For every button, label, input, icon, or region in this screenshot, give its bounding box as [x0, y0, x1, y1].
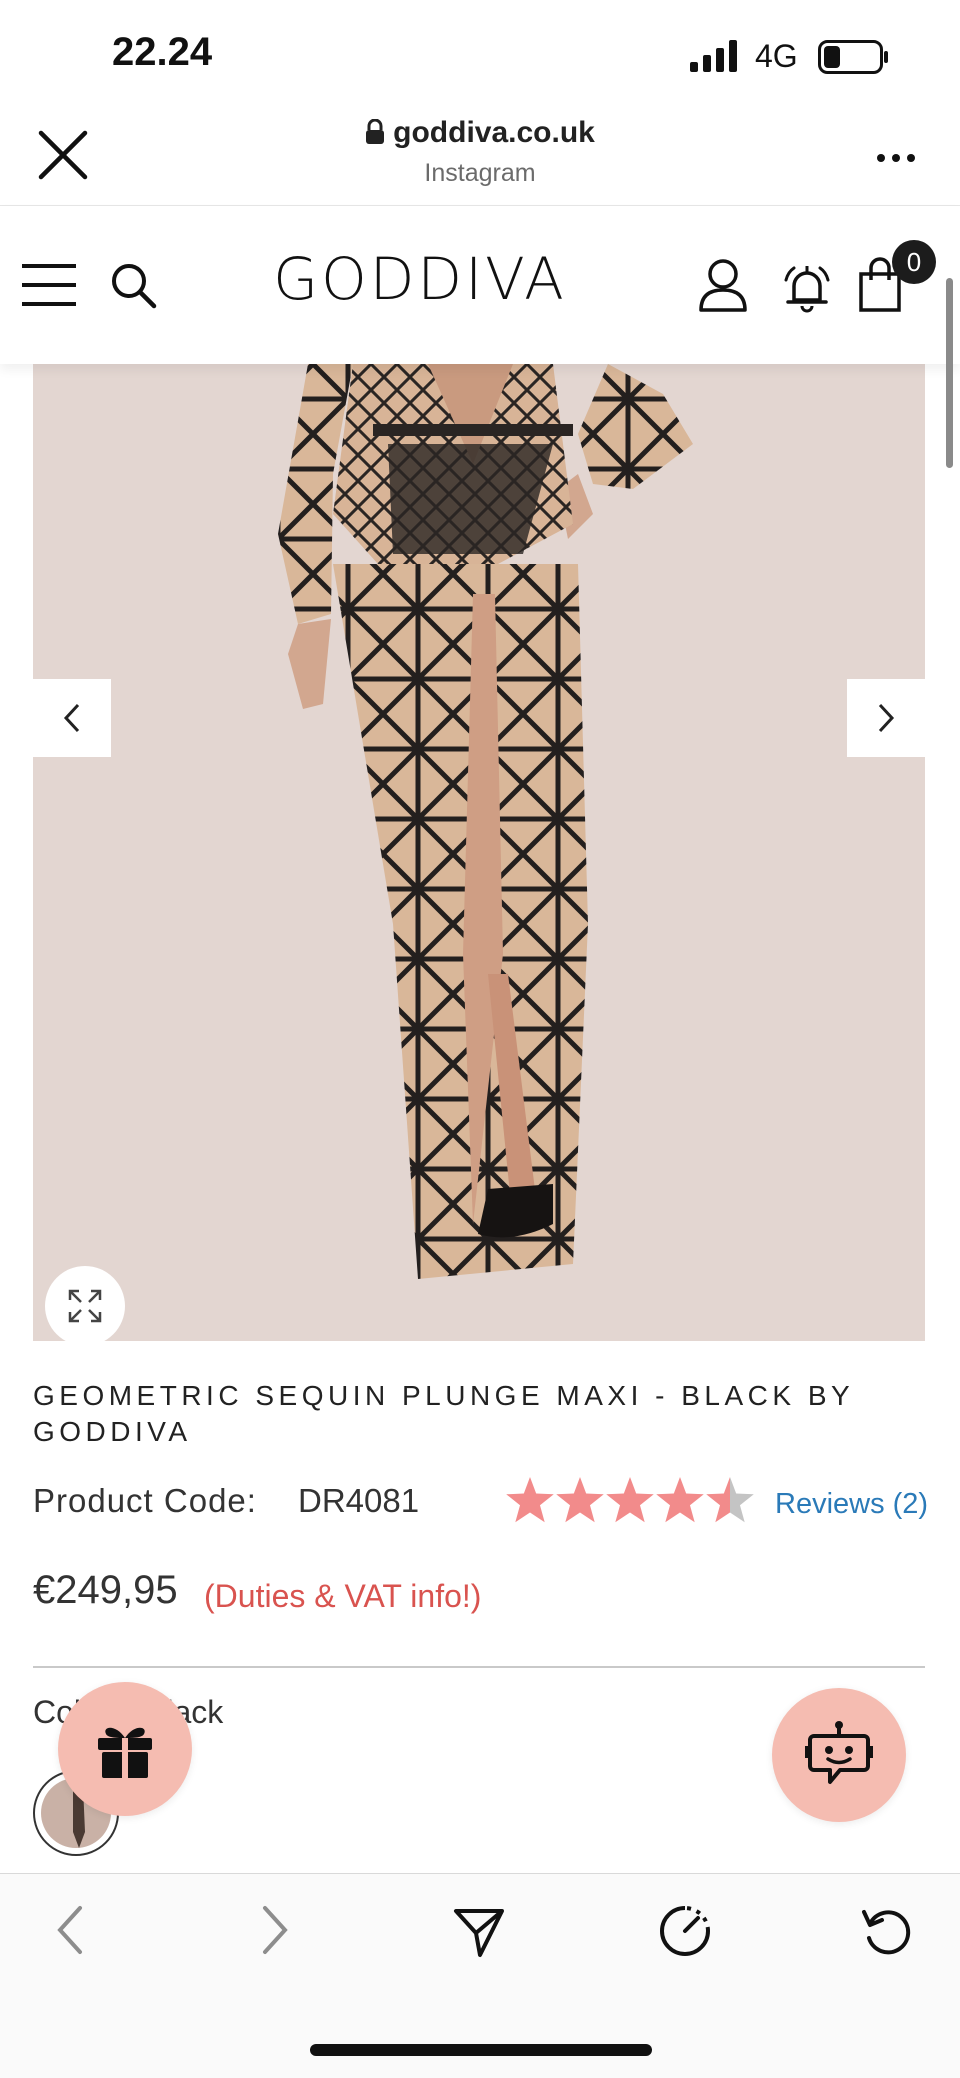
back-icon[interactable]: [55, 1905, 85, 1960]
lock-icon: [365, 118, 385, 153]
gift-button[interactable]: [58, 1682, 192, 1816]
product-code-value: DR4081: [298, 1482, 420, 1519]
address-bar[interactable]: goddiva.co.uk Instagram: [200, 116, 760, 188]
product-price: €249,95: [33, 1568, 178, 1612]
search-icon[interactable]: [110, 262, 158, 315]
page-scrollbar[interactable]: [946, 278, 953, 468]
prev-image-button[interactable]: [33, 679, 111, 757]
status-time: 22.24: [112, 30, 213, 74]
account-icon[interactable]: [698, 258, 748, 317]
product-photo-illustration: [278, 364, 693, 1279]
duties-vat-link[interactable]: (Duties & VAT info!): [204, 1578, 481, 1615]
network-type: 4G: [755, 38, 798, 74]
menu-icon[interactable]: [20, 262, 78, 313]
bell-icon[interactable]: [780, 260, 834, 319]
rating-star: [656, 1477, 704, 1523]
chatbot-icon: [805, 1721, 873, 1784]
section-divider: [33, 1666, 925, 1668]
share-icon[interactable]: [452, 1905, 506, 1964]
next-image-button[interactable]: [847, 679, 925, 757]
site-logo[interactable]: GODDIVA: [260, 245, 580, 313]
url-source: Instagram: [424, 159, 536, 187]
chevron-left-icon: [63, 703, 80, 733]
product-title: GEOMETRIC SEQUIN PLUNGE MAXI - BLACK BY …: [33, 1380, 854, 1447]
reviews-link[interactable]: Reviews (2): [775, 1488, 928, 1521]
more-icon[interactable]: [876, 150, 916, 168]
chatbot-button[interactable]: [772, 1688, 906, 1822]
rating-star: [706, 1477, 754, 1523]
close-icon[interactable]: [38, 130, 88, 185]
home-indicator: [310, 2044, 652, 2056]
signal-icon: [690, 40, 742, 77]
rating-star: [556, 1477, 604, 1523]
expand-image-button[interactable]: [45, 1266, 125, 1346]
forward-icon[interactable]: [260, 1905, 290, 1960]
battery-icon: [818, 40, 890, 79]
reload-icon[interactable]: [860, 1904, 914, 1963]
rating-star: [606, 1477, 654, 1523]
expand-icon: [68, 1289, 102, 1323]
gift-icon: [98, 1727, 152, 1778]
product-code-label: Product Code:: [33, 1482, 257, 1519]
speed-icon[interactable]: [658, 1904, 712, 1963]
cart-count-badge[interactable]: 0: [892, 240, 936, 284]
chevron-right-icon: [878, 703, 895, 733]
url-domain: goddiva.co.uk: [393, 116, 595, 149]
product-image[interactable]: [33, 364, 925, 1341]
rating-star: [506, 1477, 554, 1523]
rating-stars[interactable]: [505, 1474, 755, 1526]
